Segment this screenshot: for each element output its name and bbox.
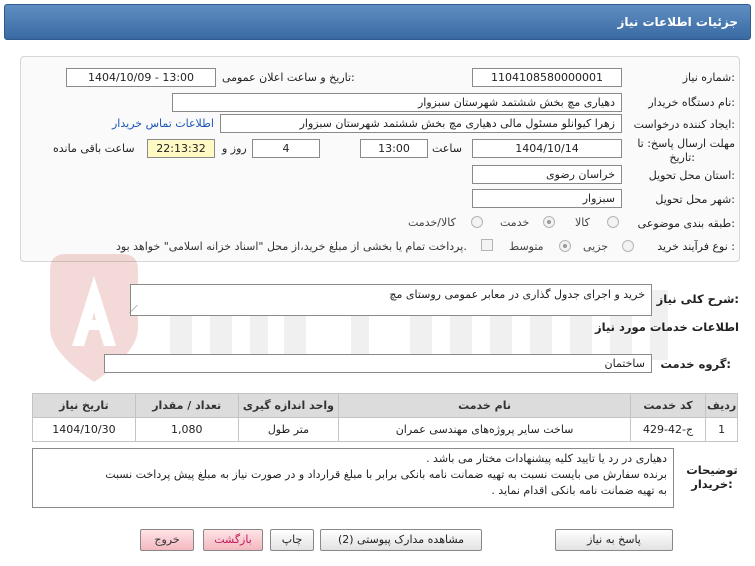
col-need-date: تاریخ نیاز	[32, 393, 136, 418]
summary-text: خرید و اجرای جدول گذاری در معابر عمومی ر…	[389, 288, 645, 301]
deadline-date-label: تاریخ:	[669, 151, 695, 164]
buyer-notes-label-line2: خریدار:	[691, 477, 733, 491]
category-option-goods-service: کالا/خدمت	[408, 216, 456, 229]
deadline-time-field: 13:00	[360, 139, 428, 158]
service-group-field: ساختمان	[104, 354, 652, 373]
quantity-cell: 1,080	[134, 417, 239, 442]
col-service-name: نام خدمت	[338, 393, 631, 418]
deadline-label: مهلت ارسال پاسخ: تا	[637, 137, 735, 150]
table-row: 1 ج-42-429 ساخت سایر پروژه‌های مهندسی عم…	[32, 417, 738, 442]
buyer-contact-link[interactable]: اطلاعات تماس خریدار	[112, 117, 214, 130]
category-option-goods: کالا	[575, 216, 590, 229]
remaining-time-label: ساعت باقی مانده	[53, 142, 135, 155]
creator-label: ایجاد کننده درخواست:	[633, 118, 735, 131]
buyer-notes-label-line1: توضیحات	[686, 463, 738, 477]
page-title: جزئیات اطلاعات نیاز	[617, 15, 738, 29]
summary-label: شرح کلی نیاز:	[656, 292, 739, 306]
days-label: روز و	[222, 142, 247, 155]
city-field: سبزوار	[472, 189, 622, 208]
buyer-org-label: نام دستگاه خریدار:	[648, 96, 735, 109]
service-code-cell: ج-42-429	[629, 417, 707, 442]
col-quantity: تعداد / مقدار	[134, 393, 239, 418]
process-radio-minor[interactable]	[622, 240, 634, 252]
buyer-notes-label: توضیحات خریدار:	[682, 463, 742, 491]
creator-field: زهرا کیوانلو مسئول مالی دهیاری مچ بخش شش…	[220, 114, 622, 133]
deadline-date-field: 1404/10/14	[472, 139, 622, 158]
deadline-time-label: ساعت	[432, 142, 462, 155]
category-radio-goods[interactable]	[607, 216, 619, 228]
province-field: خراسان رضوی	[472, 165, 622, 184]
need-number-field: 1104108580000001	[472, 68, 622, 87]
summary-textbox: خرید و اجرای جدول گذاری در معابر عمومی ر…	[129, 284, 652, 316]
category-label: طبقه بندی موضوعی:	[637, 217, 735, 230]
reply-button[interactable]: پاسخ به نیاز	[555, 529, 673, 551]
unit-cell: متر طول	[237, 417, 340, 442]
table-header-row: ردیف کد خدمت نام خدمت واحد اندازه گیری ت…	[32, 393, 738, 418]
row-number-cell: 1	[705, 417, 738, 442]
exit-button[interactable]: خروج	[140, 529, 194, 551]
need-number-label: شماره نیاز:	[682, 71, 735, 84]
province-label: استان محل تحویل:	[648, 169, 735, 182]
service-group-label: گروه خدمت:	[660, 357, 731, 371]
process-label: نوع فرآیند خرید :	[657, 240, 735, 253]
services-section-title: اطلاعات خدمات مورد نیاز	[595, 320, 739, 334]
city-label: شهر محل تحویل:	[655, 193, 735, 206]
back-button[interactable]: بازگشت	[203, 529, 263, 551]
category-radio-goods-service[interactable]	[471, 216, 483, 228]
remaining-time-field: 22:13:32	[147, 139, 215, 158]
process-option-minor: جزیی	[583, 240, 609, 253]
buyer-notes-textbox: دهیاری در رد یا تایید کلیه پیشنهادات مخت…	[32, 448, 674, 508]
treasury-payment-note: پرداخت تمام یا بخشی از مبلغ خرید،از محل …	[116, 240, 467, 253]
buyer-org-field: دهیاری مچ بخش ششتمد شهرستان سبزوار	[172, 93, 622, 112]
announce-field: 1404/10/09 - 13:00	[66, 68, 216, 87]
service-name-cell: ساخت سایر پروژه‌های مهندسی عمران	[338, 417, 631, 442]
view-attachments-button[interactable]: مشاهده مدارک پیوستی (2)	[320, 529, 482, 551]
need-date-cell: 1404/10/30	[32, 417, 136, 442]
category-option-service: خدمت	[500, 216, 530, 229]
announce-label: تاریخ و ساعت اعلان عمومی:	[222, 71, 355, 84]
col-row-number: ردیف	[705, 393, 738, 418]
days-remaining-field: 4	[252, 139, 320, 158]
buyer-notes-line: دهیاری در رد یا تایید کلیه پیشنهادات مخت…	[426, 452, 667, 465]
category-radio-service[interactable]	[543, 216, 555, 228]
buyer-notes-line: برنده سفارش می بایست نسبت به تهیه ضمانت …	[105, 468, 667, 481]
buyer-notes-line: به تهیه ضمانت نامه بانکی اقدام نماید .	[491, 484, 667, 497]
process-radio-medium[interactable]	[559, 240, 571, 252]
resize-grip-icon[interactable]	[129, 305, 145, 313]
page-header: جزئیات اطلاعات نیاز	[4, 4, 751, 40]
col-service-code: کد خدمت	[629, 393, 707, 418]
print-button[interactable]: چاپ	[270, 529, 314, 551]
process-option-medium: متوسط	[509, 240, 544, 253]
treasury-payment-checkbox[interactable]	[481, 239, 493, 251]
col-unit: واحد اندازه گیری	[237, 393, 340, 418]
services-table: ردیف کد خدمت نام خدمت واحد اندازه گیری ت…	[32, 393, 738, 442]
